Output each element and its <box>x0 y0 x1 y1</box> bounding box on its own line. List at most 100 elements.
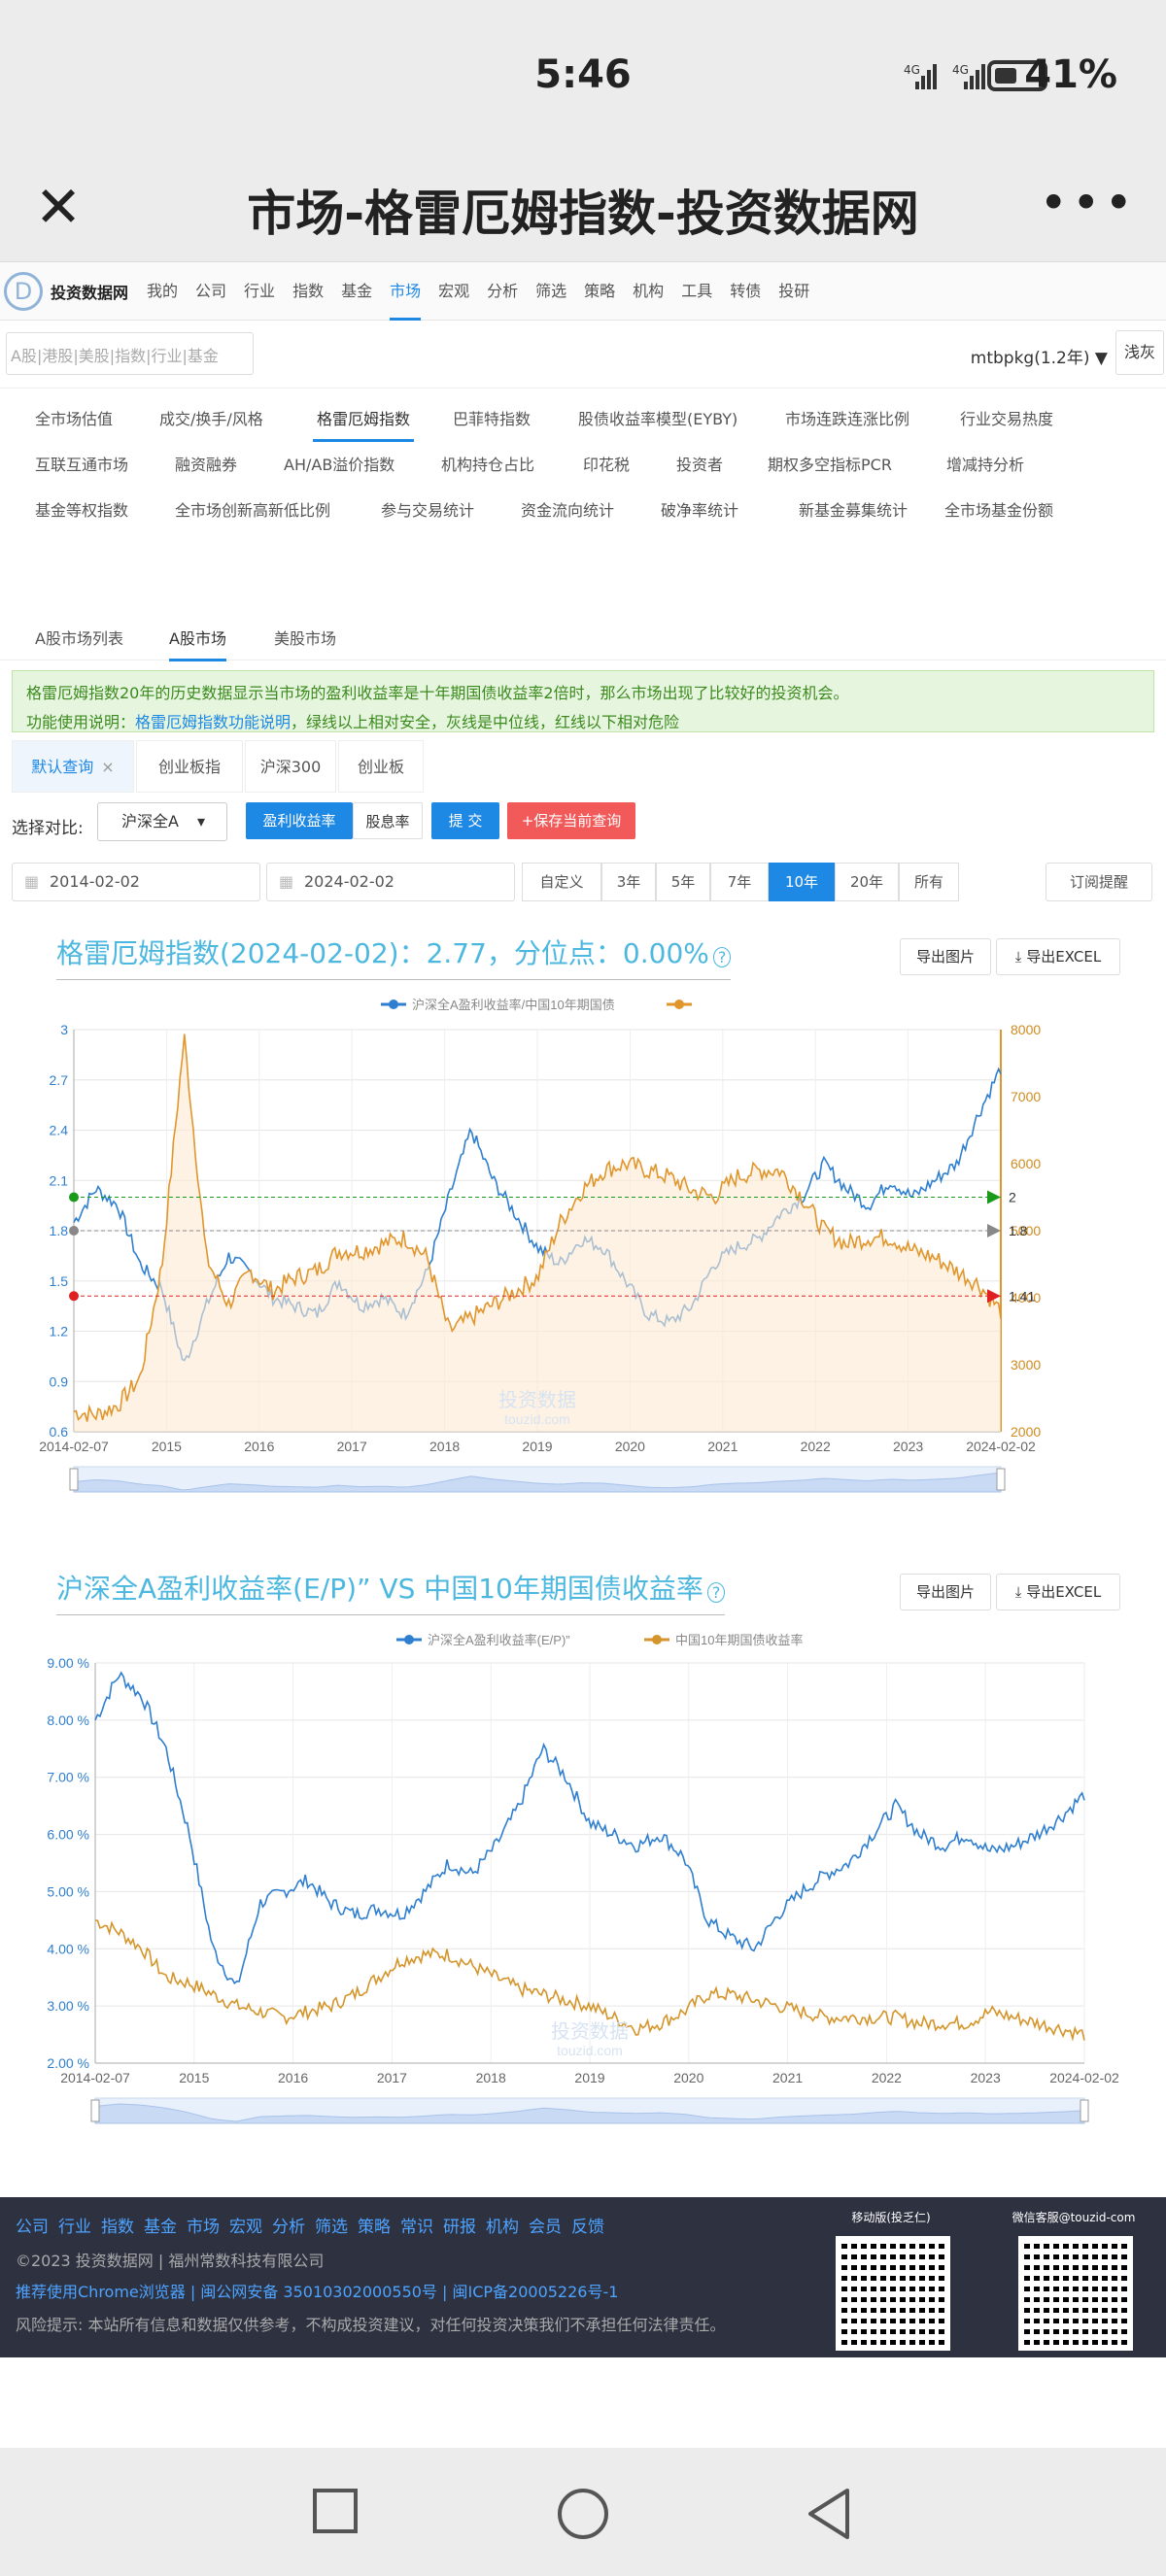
info-help-link[interactable]: 格雷厄姆指数功能说明 <box>135 713 291 731</box>
chart2-svg[interactable]: 沪深全A盈利收益率(E/P)” 中国10年期国债收益率 9.00 % 8.00 % 7.… <box>0 1624 1166 2207</box>
query-tab[interactable]: 创业板指 <box>136 740 243 793</box>
nav-item[interactable]: 行业 <box>244 262 275 321</box>
tab-item[interactable]: 股债收益率模型(EYBY) <box>578 406 737 429</box>
tab-item[interactable]: AH/AB溢价指数 <box>284 452 394 475</box>
footer-link[interactable]: 反馈 <box>571 2218 604 2237</box>
footer-link[interactable]: 公司 <box>16 2218 49 2237</box>
footer-recommend[interactable]: 推荐使用Chrome浏览器 | 闽公网安备 35010302000550号 | … <box>16 2279 618 2302</box>
export-excel-button[interactable]: ⤓ 导出EXCEL <box>996 938 1120 975</box>
range-button[interactable]: 所有 <box>899 863 959 901</box>
range-button[interactable]: 10年 <box>769 863 835 901</box>
nav-item[interactable]: 指数 <box>292 262 324 321</box>
tab-item[interactable]: 机构持仓占比 <box>441 452 534 475</box>
recent-apps-icon[interactable] <box>311 2487 360 2539</box>
chart1-svg[interactable]: 沪深全A盈利收益率/中国10年期国债 3 2.7 2.4 2.1 1.8 1.5 1.2 0.9… <box>0 989 1166 1552</box>
save-query-button[interactable]: +保存当前查询 <box>507 802 635 839</box>
nav-item[interactable]: 基金 <box>341 262 372 321</box>
footer-link[interactable]: 分析 <box>272 2218 305 2237</box>
footer-link[interactable]: 市场 <box>187 2218 220 2237</box>
nav-item[interactable]: 机构 <box>633 262 664 321</box>
submit-button[interactable]: 提 交 <box>431 802 499 839</box>
nav-item[interactable]: 分析 <box>487 262 518 321</box>
nav-item[interactable]: 投研 <box>778 262 809 321</box>
tab-item[interactable]: 成交/换手/风格 <box>159 406 263 429</box>
help-icon[interactable]: ? <box>706 1582 726 1603</box>
nav-item[interactable]: 工具 <box>681 262 712 321</box>
tab-item[interactable]: 巴菲特指数 <box>453 406 531 429</box>
footer-link[interactable]: 机构 <box>486 2218 519 2237</box>
range-button[interactable]: 3年 <box>601 863 656 901</box>
compare-select[interactable]: 沪深全A ▾ <box>97 802 227 841</box>
brand-name[interactable]: 投资数据网 <box>51 280 128 303</box>
export-image-button[interactable]: 导出图片 <box>900 1574 991 1610</box>
nav-item[interactable]: 转债 <box>730 262 761 321</box>
tab-item[interactable]: 增减持分析 <box>946 452 1024 475</box>
slider-handle-left[interactable] <box>69 1468 79 1491</box>
tab-item[interactable]: 市场连跌连涨比例 <box>785 406 909 429</box>
footer-link[interactable]: 会员 <box>529 2218 562 2237</box>
footer-link[interactable]: 研报 <box>443 2218 476 2237</box>
footer-link[interactable]: 行业 <box>58 2218 91 2237</box>
nav-item[interactable]: 公司 <box>195 262 226 321</box>
theme-button[interactable]: 浅灰 <box>1115 330 1164 375</box>
tab-item[interactable]: 融资融券 <box>175 452 237 475</box>
close-icon[interactable]: ✕ <box>29 179 87 237</box>
tab-item[interactable]: 参与交易统计 <box>381 497 474 521</box>
chart-legend[interactable]: 沪深全A盈利收益率/中国10年期国债 <box>381 998 692 1012</box>
footer-link[interactable]: 宏观 <box>229 2218 262 2237</box>
footer-link[interactable]: 指数 <box>101 2218 134 2237</box>
tab-item[interactable]: 全市场基金份额 <box>944 497 1053 521</box>
nav-item[interactable]: 策略 <box>584 262 615 321</box>
nav-item[interactable]: 宏观 <box>438 262 469 321</box>
tab-item[interactable]: 全市场创新高新低比例 <box>175 497 330 521</box>
chart-legend[interactable]: 沪深全A盈利收益率(E/P)” 中国10年期国债收益率 <box>396 1633 803 1647</box>
user-menu[interactable]: mtbpkg(1.2年) ▼ <box>971 344 1108 368</box>
nav-item[interactable]: 我的 <box>147 262 178 321</box>
more-icon[interactable]: ••• <box>1040 175 1137 231</box>
chevron-down-icon: ▼ <box>1094 349 1108 368</box>
nav-item[interactable]: 筛选 <box>535 262 566 321</box>
tab-item[interactable]: 投资者 <box>676 452 723 475</box>
slider-handle-right[interactable] <box>996 1468 1006 1491</box>
footer-link[interactable]: 基金 <box>144 2218 177 2237</box>
tab-item[interactable]: 行业交易热度 <box>960 406 1053 429</box>
range-button[interactable]: 自定义 <box>522 863 601 901</box>
range-button[interactable]: 7年 <box>710 863 769 901</box>
end-date-input[interactable]: ▦ 2024-02-02 <box>266 863 515 901</box>
market-tab[interactable]: A股市场列表 <box>35 626 123 649</box>
tab-item[interactable]: 全市场估值 <box>35 406 113 429</box>
range-button[interactable]: 20年 <box>835 863 899 901</box>
footer-link[interactable]: 筛选 <box>315 2218 348 2237</box>
export-excel-button[interactable]: ⤓ 导出EXCEL <box>996 1574 1120 1610</box>
query-tab[interactable]: 沪深300 <box>245 740 336 793</box>
close-icon[interactable]: × <box>101 758 114 776</box>
market-tab[interactable]: 美股市场 <box>274 626 336 649</box>
tab-item[interactable]: 破净率统计 <box>661 497 738 521</box>
start-date-input[interactable]: ▦ 2014-02-02 <box>12 863 260 901</box>
footer-link[interactable]: 策略 <box>358 2218 391 2237</box>
home-icon[interactable] <box>556 2487 610 2545</box>
export-image-button[interactable]: 导出图片 <box>900 938 991 975</box>
dividend-yield-button[interactable]: 股息率 <box>353 802 423 839</box>
tab-item[interactable]: 期权多空指标PCR <box>768 452 892 475</box>
query-tab[interactable]: 默认查询 × <box>12 740 134 793</box>
logo-icon[interactable]: D <box>4 271 43 311</box>
tab-item[interactable]: 互联互通市场 <box>35 452 128 475</box>
market-tab[interactable]: A股市场 <box>169 626 226 661</box>
range-button[interactable]: 5年 <box>656 863 710 901</box>
slider-handle-right[interactable] <box>1080 2099 1089 2122</box>
query-tab[interactable]: 创业板 <box>338 740 424 793</box>
tab-item[interactable]: 新基金募集统计 <box>799 497 908 521</box>
tab-item[interactable]: 印花税 <box>583 452 630 475</box>
tab-item[interactable]: 格雷厄姆指数 <box>313 406 415 442</box>
search-input[interactable]: A股|港股|美股|指数|行业|基金 <box>6 332 254 375</box>
slider-handle-left[interactable] <box>90 2099 100 2122</box>
footer-link[interactable]: 常识 <box>400 2218 433 2237</box>
help-icon[interactable]: ? <box>712 947 732 967</box>
tab-item[interactable]: 资金流向统计 <box>521 497 614 521</box>
subscribe-button[interactable]: 订阅提醒 <box>1046 863 1152 901</box>
tab-item[interactable]: 基金等权指数 <box>35 497 128 521</box>
earnings-yield-button[interactable]: 盈利收益率 <box>246 802 353 839</box>
back-icon[interactable] <box>805 2487 853 2545</box>
nav-item[interactable]: 市场 <box>390 262 422 321</box>
